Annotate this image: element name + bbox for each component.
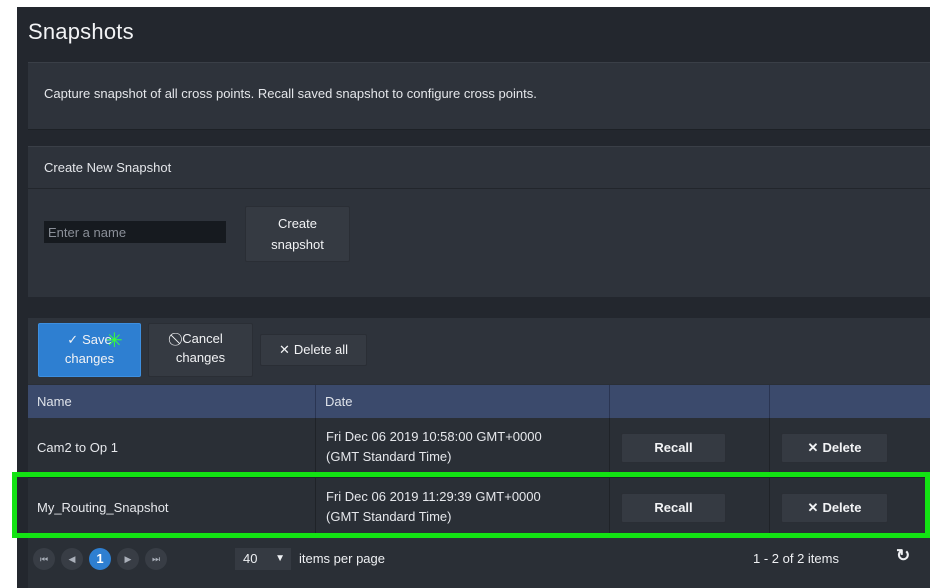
x-icon: ✕: [807, 440, 819, 455]
last-page-icon[interactable]: ⏭: [145, 548, 167, 570]
snapshot-date-cell: Fri Dec 06 2019 11:29:39 GMT+0000 (GMT S…: [316, 478, 610, 538]
date-line1: Fri Dec 06 2019 10:58:00 GMT+0000: [326, 429, 542, 444]
date-line1: Fri Dec 06 2019 11:29:39 GMT+0000: [326, 489, 541, 504]
column-header-delete: [770, 385, 930, 418]
delete-cell: ✕ Delete: [770, 418, 930, 478]
refresh-icon[interactable]: ↻: [896, 546, 910, 566]
first-page-icon[interactable]: ⏮: [33, 548, 55, 570]
create-button-line2: snapshot: [271, 237, 324, 252]
create-snapshot-panel: Create New Snapshot Create snapshot: [28, 146, 930, 297]
cursor-spark-icon: ✳: [106, 330, 123, 352]
save-label-line2: changes: [64, 351, 115, 366]
delete-cell: ✕ Delete: [770, 478, 930, 538]
per-page-label: items per page: [299, 551, 385, 566]
delete-button[interactable]: ✕ Delete: [781, 493, 888, 523]
snapshot-name-cell: Cam2 to Op 1: [28, 418, 316, 478]
snapshot-grid: ✓Save changes ✳ ⃠Cancel changes ✕Delete …: [28, 318, 930, 588]
next-page-icon[interactable]: ▶: [117, 548, 139, 570]
delete-label: Delete: [822, 500, 862, 515]
cancel-label-line2: changes: [175, 350, 226, 365]
chevron-down-icon: ▼: [275, 553, 285, 564]
recall-button[interactable]: Recall: [621, 493, 726, 523]
x-icon: ✕: [807, 500, 819, 515]
date-line2: (GMT Standard Time): [326, 449, 452, 464]
cancel-changes-button[interactable]: ⃠Cancel changes: [148, 323, 253, 377]
snapshot-date-cell: Fri Dec 06 2019 10:58:00 GMT+0000 (GMT S…: [316, 418, 610, 478]
delete-button[interactable]: ✕ Delete: [781, 433, 888, 463]
cancel-label-line1: Cancel: [182, 331, 223, 346]
delete-all-label: Delete all: [293, 342, 349, 357]
page-title: Snapshots: [28, 19, 134, 44]
column-header-recall: [610, 385, 770, 418]
column-header-name[interactable]: Name: [28, 385, 316, 418]
check-icon: ✓: [67, 332, 79, 347]
x-icon: ✕: [278, 342, 290, 357]
recall-cell: Recall: [610, 478, 770, 538]
column-header-date[interactable]: Date: [316, 385, 610, 418]
create-snapshot-button[interactable]: Create snapshot: [245, 206, 350, 262]
description-text: Capture snapshot of all cross points. Re…: [44, 86, 537, 101]
pager: ⏮ ◀ 1 ▶ ⏭ 40 ▼ items per page 1 - 2 of 2…: [28, 538, 930, 578]
create-snapshot-header: Create New Snapshot: [28, 147, 930, 189]
save-changes-button[interactable]: ✓ Save changes: [38, 323, 141, 377]
grid-toolbar: ✓Save changes ✳ ⃠Cancel changes ✕Delete …: [28, 318, 930, 384]
create-button-line1: Create: [277, 216, 318, 231]
delete-label: Delete: [822, 440, 862, 455]
page-size-select[interactable]: 40 ▼: [235, 548, 291, 570]
snapshot-name-cell: My_Routing_Snapshot: [28, 478, 316, 538]
items-count: 1 - 2 of 2 items: [753, 551, 839, 566]
page-number-button[interactable]: 1: [89, 548, 111, 570]
delete-all-button[interactable]: ✕ Delete all: [260, 334, 367, 366]
date-line2: (GMT Standard Time): [326, 509, 452, 524]
snapshot-name-input[interactable]: [44, 221, 226, 243]
prev-page-icon[interactable]: ◀: [61, 548, 83, 570]
table-header: Name Date: [28, 385, 930, 418]
snapshots-app: Snapshots Capture snapshot of all cross …: [17, 7, 930, 588]
recall-cell: Recall: [610, 418, 770, 478]
recall-button[interactable]: Recall: [621, 433, 726, 463]
page-size-value: 40: [243, 551, 258, 566]
description-panel: Capture snapshot of all cross points. Re…: [28, 62, 930, 130]
table-row[interactable]: Cam2 to Op 1 Fri Dec 06 2019 10:58:00 GM…: [28, 418, 930, 478]
table-row[interactable]: My_Routing_Snapshot Fri Dec 06 2019 11:2…: [28, 478, 930, 538]
